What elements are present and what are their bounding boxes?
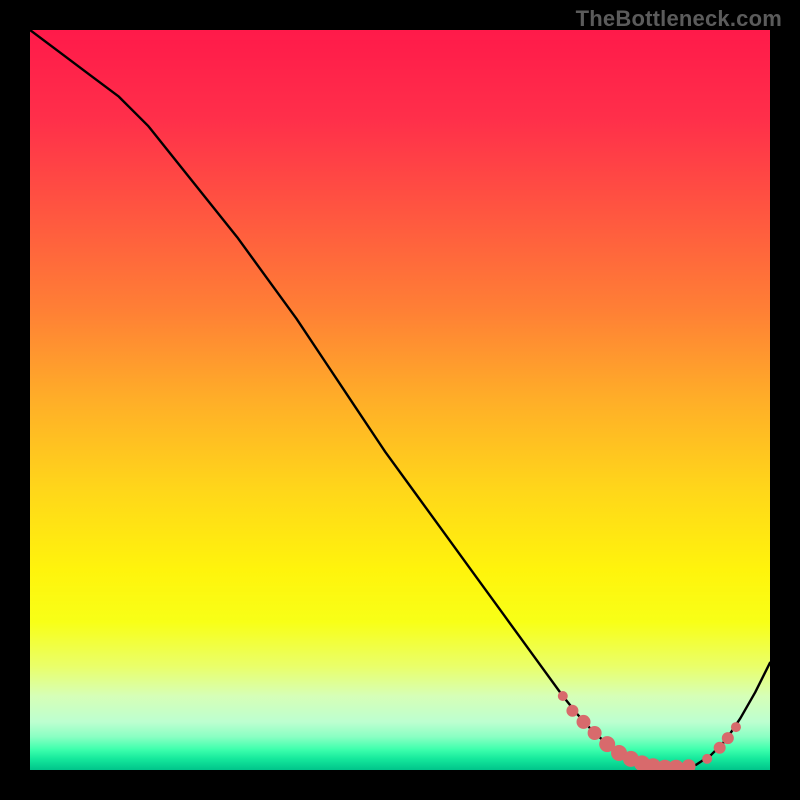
marker-dot [588, 726, 602, 740]
watermark-text: TheBottleneck.com [576, 6, 782, 32]
marker-dot [702, 754, 712, 764]
marker-dot [566, 705, 578, 717]
chart-svg [30, 30, 770, 770]
marker-dot [731, 722, 741, 732]
marker-dot [714, 742, 726, 754]
chart-container: TheBottleneck.com [0, 0, 800, 800]
marker-dot [577, 715, 591, 729]
marker-dot [722, 732, 734, 744]
marker-dot [558, 691, 568, 701]
plot-area [30, 30, 770, 770]
gradient-background [30, 30, 770, 770]
